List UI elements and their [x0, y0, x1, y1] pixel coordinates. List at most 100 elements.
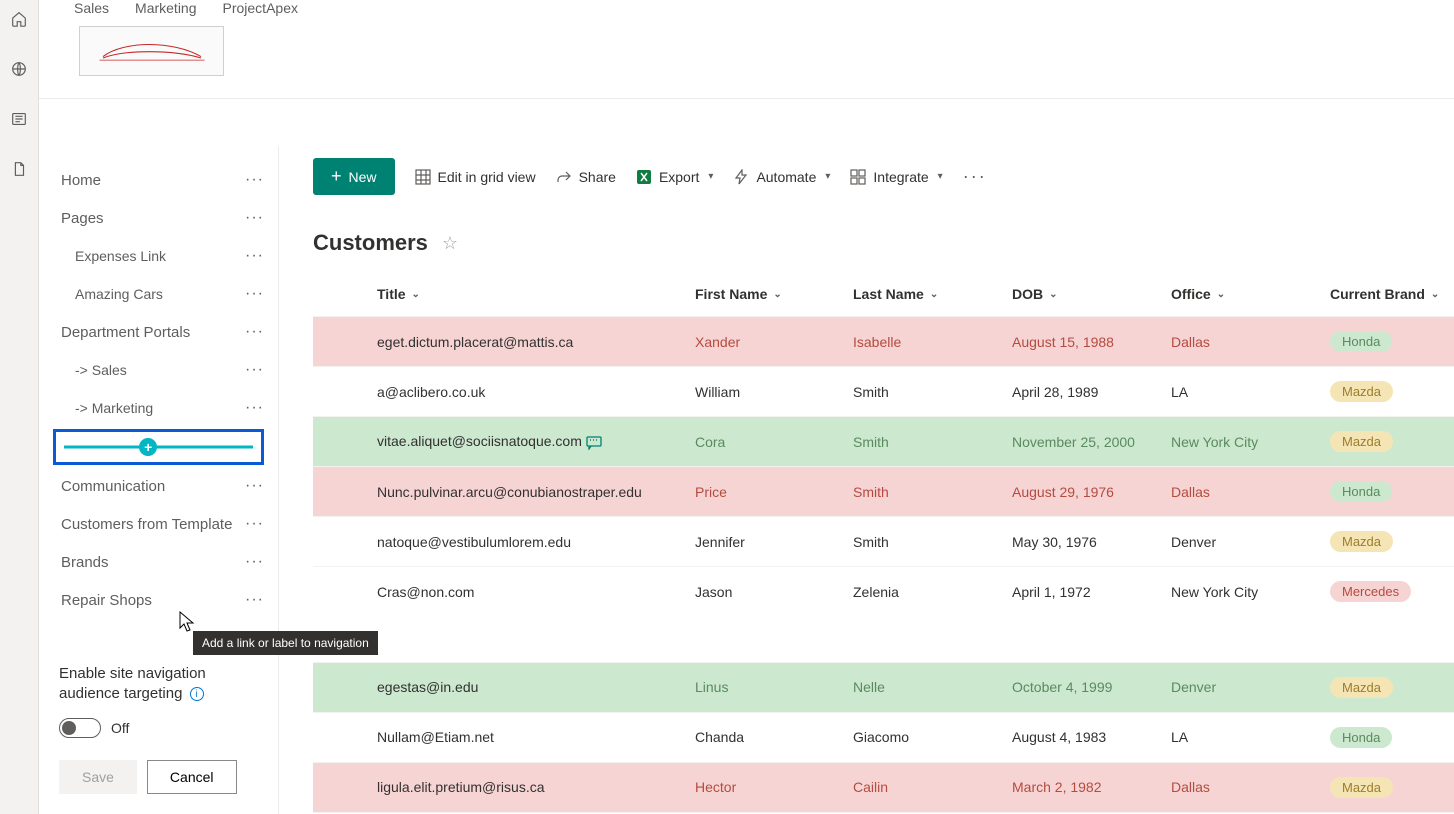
nav-item-label: Amazing Cars	[75, 286, 163, 302]
cell-fn: Jason	[695, 567, 853, 617]
cell-title: natoque@vestibulumlorem.edu	[377, 517, 695, 567]
nav-item-label: Expenses Link	[75, 248, 166, 264]
chevron-down-icon: ⌄	[412, 289, 420, 300]
brand-pill: Mazda	[1330, 531, 1393, 552]
hub-tab[interactable]: ProjectApex	[223, 0, 298, 16]
cell-brand: Mazda	[1330, 517, 1454, 567]
add-nav-link-insertion[interactable]: +	[53, 429, 264, 465]
cell-title: Nunc.pulvinar.arcu@conubianostraper.edu	[377, 467, 695, 517]
cell-office: LA	[1171, 367, 1330, 417]
info-icon[interactable]: i	[190, 687, 204, 701]
brand-pill: Honda	[1330, 331, 1392, 352]
cell-fn: Hector	[695, 762, 853, 812]
table-row[interactable]: a@aclibero.co.ukWilliamSmithApril 28, 19…	[313, 367, 1454, 417]
mouse-cursor	[179, 611, 197, 638]
chevron-down-icon: ⌄	[1217, 289, 1225, 300]
column-header[interactable]: Title⌄	[377, 272, 695, 317]
nav-item[interactable]: Amazing Cars ···	[39, 275, 278, 313]
cell-fn: Price	[695, 467, 853, 517]
column-header[interactable]: Current Brand⌄	[1330, 272, 1454, 317]
chevron-down-icon: ▾	[825, 171, 830, 182]
column-header[interactable]: Office⌄	[1171, 272, 1330, 317]
audience-targeting-toggle[interactable]	[59, 718, 101, 738]
nav-item[interactable]: Home···	[39, 161, 278, 199]
nav-item-menu-icon[interactable]: ···	[245, 209, 264, 227]
nav-item[interactable]: Repair Shops ···	[39, 581, 278, 619]
nav-item-menu-icon[interactable]: ···	[245, 515, 264, 533]
nav-item[interactable]: Brands···	[39, 543, 278, 581]
cell-brand: Honda	[1330, 467, 1454, 517]
table-row[interactable]: Cras@non.comJasonZeleniaApril 1, 1972New…	[313, 567, 1454, 617]
cell-brand: Mazda	[1330, 417, 1454, 467]
nav-item[interactable]: Department Portals···	[39, 313, 278, 351]
table-row[interactable]: natoque@vestibulumlorem.eduJenniferSmith…	[313, 517, 1454, 567]
automate-button[interactable]: Automate▾	[733, 169, 830, 185]
save-button[interactable]: Save	[59, 760, 137, 794]
comment-icon[interactable]	[586, 436, 602, 450]
hub-tab[interactable]: Sales	[74, 0, 109, 16]
cell-ln: Smith	[853, 467, 1012, 517]
favorite-star-icon[interactable]: ☆	[442, 233, 458, 254]
nav-item-menu-icon[interactable]: ···	[245, 361, 264, 379]
cell-fn: Linus	[695, 662, 853, 712]
site-header: Sales Marketing ProjectApex	[39, 0, 1454, 98]
integrate-button[interactable]: Integrate▾	[850, 169, 942, 185]
newspaper-icon[interactable]	[10, 110, 28, 128]
hub-tab[interactable]: Marketing	[135, 0, 196, 16]
chevron-down-icon: ⌄	[773, 289, 781, 300]
table-row[interactable]: eget.dictum.placerat@mattis.caXanderIsab…	[313, 317, 1454, 367]
cell-fn: Xander	[695, 317, 853, 367]
plus-icon: +	[139, 438, 157, 456]
overflow-menu[interactable]: ···	[963, 166, 987, 187]
nav-item-label: -> Sales	[75, 362, 127, 378]
cell-office: Denver	[1171, 662, 1330, 712]
site-logo[interactable]	[79, 26, 224, 76]
nav-item-menu-icon[interactable]: ···	[245, 247, 264, 265]
new-button[interactable]: +New	[313, 158, 395, 195]
nav-item-label: Customers from Template	[61, 516, 232, 533]
export-button[interactable]: Export▾	[636, 169, 714, 185]
nav-item-label: Communication	[61, 478, 165, 495]
nav-item[interactable]: -> Marketing···	[39, 389, 278, 427]
column-header[interactable]: DOB⌄	[1012, 272, 1171, 317]
table-row[interactable]: vitae.aliquet@sociisnatoque.com CoraSmit…	[313, 417, 1454, 467]
nav-item-menu-icon[interactable]: ···	[245, 553, 264, 571]
nav-item[interactable]: Pages···	[39, 199, 278, 237]
nav-item-menu-icon[interactable]: ···	[245, 285, 264, 303]
cell-title: ligula.elit.pretium@risus.ca	[377, 762, 695, 812]
cell-office: New York City	[1171, 567, 1330, 617]
cell-office: New York City	[1171, 417, 1330, 467]
cancel-button[interactable]: Cancel	[147, 760, 237, 794]
document-icon[interactable]	[10, 160, 28, 178]
nav-item[interactable]: Expenses Link ···	[39, 237, 278, 275]
nav-item[interactable]: Customers from Template ···	[39, 505, 278, 543]
cell-dob: November 25, 2000	[1012, 417, 1171, 467]
cell-fn: Jennifer	[695, 517, 853, 567]
table-row[interactable]: Nunc.pulvinar.arcu@conubianostraper.eduP…	[313, 467, 1454, 517]
cell-dob: April 1, 1972	[1012, 567, 1171, 617]
home-icon[interactable]	[10, 10, 28, 28]
cell-brand: Honda	[1330, 317, 1454, 367]
cell-ln: Smith	[853, 417, 1012, 467]
edit-grid-button[interactable]: Edit in grid view	[415, 169, 536, 185]
nav-item-menu-icon[interactable]: ···	[245, 477, 264, 495]
table-row[interactable]: Nullam@Etiam.netChandaGiacomoAugust 4, 1…	[313, 712, 1454, 762]
nav-item[interactable]: -> Sales ···	[39, 351, 278, 389]
nav-item-menu-icon[interactable]: ···	[245, 399, 264, 417]
cell-ln: Smith	[853, 517, 1012, 567]
cell-brand: Mazda	[1330, 662, 1454, 712]
table-row[interactable]: egestas@in.eduLinusNelleOctober 4, 1999D…	[313, 662, 1454, 712]
column-header[interactable]: First Name⌄	[695, 272, 853, 317]
column-header[interactable]: Last Name⌄	[853, 272, 1012, 317]
nav-item-label: Repair Shops	[61, 592, 152, 609]
nav-item-menu-icon[interactable]: ···	[245, 591, 264, 609]
globe-icon[interactable]	[10, 60, 28, 78]
nav-item[interactable]: Communication ···	[39, 467, 278, 505]
nav-item-menu-icon[interactable]: ···	[245, 323, 264, 341]
table-row[interactable]: ligula.elit.pretium@risus.caHectorCailin…	[313, 762, 1454, 812]
cell-dob: August 29, 1976	[1012, 467, 1171, 517]
share-button[interactable]: Share	[556, 169, 616, 185]
nav-item-menu-icon[interactable]: ···	[245, 171, 264, 189]
cell-ln: Zelenia	[853, 567, 1012, 617]
cell-title: Nullam@Etiam.net	[377, 712, 695, 762]
